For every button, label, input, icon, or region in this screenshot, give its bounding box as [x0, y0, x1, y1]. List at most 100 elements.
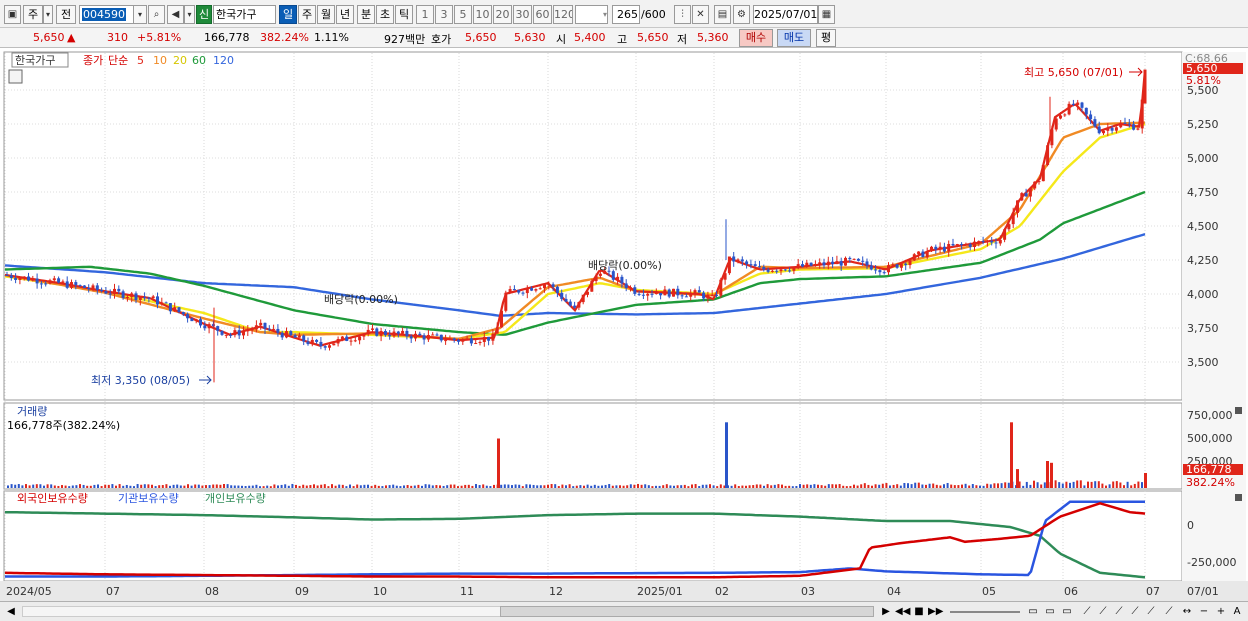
x-tick-label: 06 — [1064, 585, 1078, 598]
prev-button[interactable]: 전 — [56, 5, 76, 24]
volume-bar — [1108, 484, 1111, 488]
period-year[interactable]: 년 — [336, 5, 354, 24]
tool4-icon[interactable]: ⟋ — [1128, 605, 1142, 619]
close-volume-icon[interactable] — [1235, 407, 1242, 414]
volume-bar — [1033, 480, 1035, 488]
high-price: 5,650 — [637, 31, 669, 44]
tool5-icon[interactable]: ⟋ — [1144, 605, 1158, 619]
volume-bar — [838, 484, 841, 488]
volume-bar — [1137, 481, 1140, 488]
num-120[interactable]: 120 — [553, 5, 573, 24]
scroll-right-icon[interactable]: ▶ — [879, 605, 893, 619]
volume-bar — [773, 484, 776, 488]
tool2-icon[interactable]: ⟋ — [1096, 605, 1110, 619]
crosshair-icon[interactable]: ✕ — [692, 5, 709, 24]
code-dropdown-icon[interactable]: ▾ — [133, 5, 147, 24]
tool1-icon[interactable]: ⟋ — [1080, 605, 1094, 619]
avg-button[interactable]: 평 — [816, 29, 836, 47]
num-60[interactable]: 60 — [533, 5, 552, 24]
candle-body — [852, 258, 856, 260]
x-tick-label: 05 — [982, 585, 996, 598]
num-30[interactable]: 30 — [513, 5, 532, 24]
count-input[interactable]: 265 — [612, 5, 640, 24]
num-10[interactable]: 10 — [473, 5, 492, 24]
blank-select[interactable]: ▾ — [575, 5, 608, 24]
candle-body — [220, 330, 224, 335]
volume-bar — [399, 486, 402, 488]
candle-icon[interactable]: ⫶ — [674, 5, 691, 24]
volume-bar — [590, 485, 593, 488]
volume-bar — [143, 484, 146, 488]
stock-chart[interactable]: 한국가구 종가 단순 5 10 20 60 120 최고 5,650 (07/0… — [0, 48, 1248, 601]
gear-icon[interactable]: ⚙ — [733, 5, 750, 24]
volume-bar — [140, 484, 143, 488]
right-axis-area — [1182, 52, 1246, 581]
layout3-icon[interactable]: ▭ — [1060, 605, 1074, 619]
inst-legend: 기관보유수량 — [118, 492, 179, 505]
stop-icon[interactable]: ■ — [912, 605, 926, 619]
credit-badge[interactable]: 신 — [196, 5, 212, 24]
volume-bar — [471, 485, 474, 488]
num-5[interactable]: 5 — [454, 5, 472, 24]
candle-body — [173, 307, 177, 312]
calculator-icon[interactable] — [8, 69, 23, 84]
zoom-out-icon[interactable]: − — [1197, 605, 1211, 619]
candle-body — [839, 261, 843, 266]
candle-body — [465, 338, 469, 340]
forward-icon[interactable]: ▶▶ — [928, 605, 943, 619]
layout-icon[interactable]: ▭ — [1026, 605, 1040, 619]
search-icon[interactable]: ⌕ — [148, 5, 165, 24]
volume-bar — [788, 485, 791, 488]
num-1[interactable]: 1 — [416, 5, 434, 24]
period-minute[interactable]: 분 — [357, 5, 375, 24]
stock-name[interactable]: 한국가구 — [213, 5, 276, 24]
volume-bar — [323, 484, 326, 488]
close-holdings-icon[interactable] — [1235, 494, 1242, 501]
period-tick[interactable]: 틱 — [395, 5, 413, 24]
zoom-in-icon[interactable]: + — [1214, 605, 1228, 619]
x-tick-label: 12 — [549, 585, 563, 598]
candle-body — [177, 307, 181, 313]
window-icon[interactable]: ▣ — [4, 5, 21, 24]
code-input[interactable]: 004590 — [79, 5, 134, 24]
tool3-icon[interactable]: ⟋ — [1112, 605, 1126, 619]
volume-bar — [777, 484, 780, 488]
period-month[interactable]: 월 — [317, 5, 335, 24]
sell-button[interactable]: 매도 — [777, 29, 811, 47]
tool6-icon[interactable]: ⟋ — [1162, 605, 1176, 619]
period-day[interactable]: 일 — [279, 5, 297, 24]
candle-body — [388, 335, 392, 337]
chevron-down-icon[interactable]: ▾ — [43, 5, 53, 24]
speaker-icon[interactable]: ◀ — [167, 5, 184, 24]
price-tick-label: 5,500 — [1187, 84, 1219, 97]
move-icon[interactable]: ↔ — [1180, 605, 1194, 619]
candle-body — [740, 259, 744, 262]
candle-body — [1102, 130, 1105, 134]
market-select[interactable]: 주 — [23, 5, 43, 24]
scroll-thumb[interactable] — [500, 606, 874, 617]
font-size-icon[interactable]: A — [1230, 605, 1244, 619]
save-icon[interactable]: ▤ — [714, 5, 731, 24]
rewind-icon[interactable]: ◀◀ — [895, 605, 910, 619]
bottom-scrollbar[interactable]: ◀ ▶ ◀◀ ■ ▶▶ ▭ ▭ ▭ ⟋ ⟋ ⟋ ⟋ ⟋ ⟋ ↔ − + A — [0, 601, 1248, 621]
period-week[interactable]: 주 — [298, 5, 316, 24]
speaker-dropdown-icon[interactable]: ▾ — [184, 5, 195, 24]
volume-bar — [705, 484, 708, 488]
buy-button[interactable]: 매수 — [739, 29, 773, 47]
date-input[interactable]: 2025/07/01 — [753, 5, 818, 24]
scroll-left-icon[interactable]: ◀ — [4, 605, 18, 619]
candle-body — [1106, 128, 1110, 131]
layout2-icon[interactable]: ▭ — [1043, 605, 1057, 619]
period-second[interactable]: 초 — [376, 5, 394, 24]
candle-body — [100, 289, 104, 292]
volume-bar — [791, 486, 794, 488]
calendar-icon[interactable]: ▦ — [818, 5, 835, 24]
volume-bar — [665, 484, 668, 488]
num-3[interactable]: 3 — [435, 5, 453, 24]
volume-bar — [1072, 481, 1075, 488]
zoom-slider[interactable] — [950, 611, 1020, 613]
volume-bar — [428, 484, 431, 488]
volume-bar — [356, 484, 359, 488]
num-20[interactable]: 20 — [493, 5, 512, 24]
candle-body — [431, 334, 435, 336]
